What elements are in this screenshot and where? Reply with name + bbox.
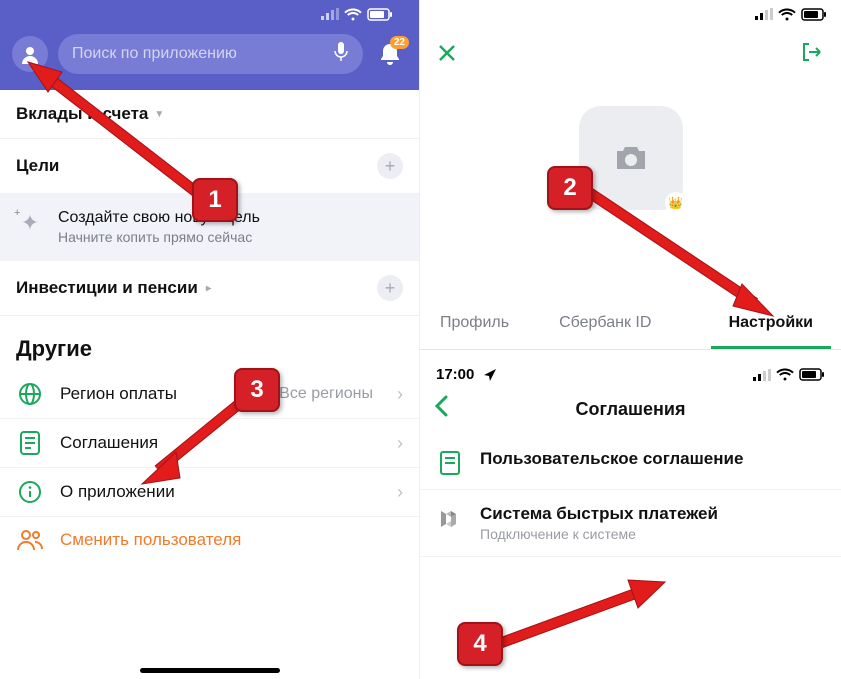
left-pane: Поиск по приложению 22 Вклады и счета ▼ … (0, 0, 420, 679)
wifi-icon (344, 8, 362, 21)
signal-icon (753, 369, 771, 381)
avatar-placeholder[interactable]: 👑 (579, 106, 683, 210)
chevron-right-icon: › (397, 384, 403, 405)
row-region-value: Все регионы (279, 385, 373, 403)
battery-icon (799, 368, 825, 381)
chevron-right-icon: › (397, 482, 403, 503)
row-about-label: О приложении (60, 482, 175, 502)
row-about[interactable]: О приложении › (0, 468, 419, 517)
agreements-screen: 17:00 Соглашения (420, 350, 841, 557)
mic-button[interactable] (333, 42, 349, 67)
nav-bar: Соглашения (420, 389, 841, 435)
tab-profile[interactable]: Профиль (420, 300, 527, 349)
profile-tabs: Профиль Сбербанк ID Настройки (420, 300, 841, 350)
battery-icon (367, 8, 393, 21)
sparkle-icon: ✦+ (16, 209, 44, 237)
status-time: 17:00 (436, 366, 480, 383)
chevron-right-icon: › (397, 433, 403, 454)
profile-button[interactable] (12, 36, 48, 72)
row-user-agreement[interactable]: Пользовательское соглашение (420, 435, 841, 490)
status-bar (12, 0, 407, 28)
close-button[interactable] (438, 42, 456, 68)
chevron-down-icon: ▼ (154, 109, 164, 120)
tab-settings[interactable]: Настройки (711, 300, 831, 349)
section-goals-label: Цели (16, 156, 59, 176)
mic-icon (333, 42, 349, 62)
tab-sberid[interactable]: Сбербанк ID (541, 300, 669, 349)
notif-badge: 22 (390, 36, 409, 49)
signal-icon (755, 8, 773, 20)
exit-icon (801, 42, 823, 62)
camera-icon (613, 143, 649, 173)
close-icon (438, 44, 456, 62)
logout-button[interactable] (801, 42, 823, 68)
row-switch-user[interactable]: Сменить пользователя (0, 517, 419, 563)
sbp-icon (436, 504, 464, 532)
goal-card-title: Создайте свою новую цель (58, 209, 260, 227)
signal-icon (321, 8, 339, 20)
row-user-agreement-label: Пользовательское соглашение (480, 449, 743, 469)
screen-title: Соглашения (576, 399, 686, 420)
row-sbp-sub: Подключение к системе (480, 526, 718, 542)
location-icon (484, 369, 496, 381)
profile-screen: 👑 Профиль Сбербанк ID Настройки (420, 0, 841, 350)
goal-card-sub: Начните копить прямо сейчас (58, 229, 260, 245)
wifi-icon (778, 8, 796, 21)
search-input[interactable]: Поиск по приложению (58, 34, 363, 74)
add-goal-button[interactable]: + (377, 153, 403, 179)
app-header: Поиск по приложению 22 (0, 0, 419, 90)
row-region-label: Регион оплаты (60, 384, 177, 404)
chevron-left-icon (434, 395, 448, 417)
status-bar (420, 0, 841, 28)
users-icon (16, 529, 44, 551)
status-bar: 17:00 (420, 360, 841, 389)
row-sbp[interactable]: Система быстрых платежей Подключение к с… (420, 490, 841, 557)
right-pane: 👑 Профиль Сбербанк ID Настройки 17:00 (420, 0, 841, 679)
search-placeholder: Поиск по приложению (72, 45, 237, 63)
row-region[interactable]: Регион оплаты Все регионы › (0, 370, 419, 419)
person-icon (20, 44, 40, 64)
row-agreements-label: Соглашения (60, 433, 158, 453)
crown-badge-icon: 👑 (665, 192, 687, 214)
add-invest-button[interactable]: + (377, 275, 403, 301)
row-agreements[interactable]: Соглашения › (0, 419, 419, 468)
row-sbp-label: Система быстрых платежей (480, 504, 718, 524)
section-goals[interactable]: Цели + (0, 139, 419, 193)
wifi-icon (776, 368, 794, 381)
home-indicator (140, 668, 280, 673)
goal-promo-card[interactable]: ✦+ Создайте свою новую цель Начните копи… (0, 193, 419, 261)
info-icon (16, 480, 44, 504)
notifications-button[interactable]: 22 (373, 42, 407, 66)
section-invest[interactable]: Инвестиции и пенсии ▼ + (0, 261, 419, 316)
row-switch-label: Сменить пользователя (60, 530, 241, 550)
battery-icon (801, 8, 827, 21)
globe-icon (16, 382, 44, 406)
doc-icon (436, 449, 464, 475)
others-heading: Другие (0, 316, 419, 370)
doc-icon (16, 431, 44, 455)
section-invest-label: Инвестиции и пенсии (16, 278, 198, 298)
section-deposits-label: Вклады и счета (16, 104, 148, 124)
back-button[interactable] (434, 395, 448, 423)
chevron-right-icon: ▼ (203, 283, 214, 293)
section-deposits[interactable]: Вклады и счета ▼ (0, 90, 419, 139)
